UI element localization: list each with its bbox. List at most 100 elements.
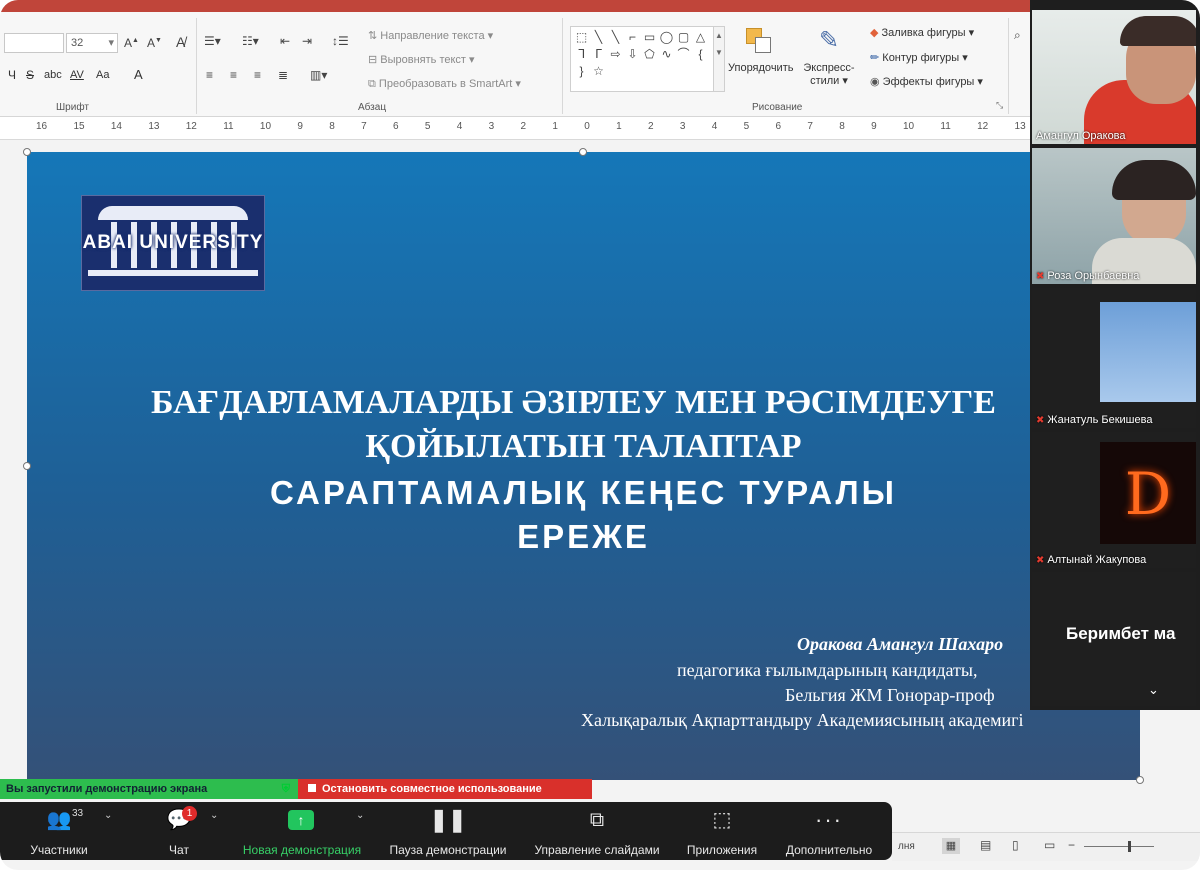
reading-view-icon[interactable]: ▯ [1012,838,1019,852]
more-button[interactable]: ··· Дополнительно [774,802,884,860]
change-case-button[interactable]: Aa [96,69,109,81]
shape-outline-label: Контур фигуры [882,52,960,64]
shape-fill-button[interactable]: ◆ Заливка фигуры ▾ [870,26,974,39]
line-spacing-icon[interactable]: ↕☰ [332,34,349,48]
zoom-out-icon[interactable]: − [1068,838,1075,852]
arrow-shape-icon[interactable]: ⇩ [624,46,641,63]
chat-badge: 1 [182,806,197,821]
justify-icon[interactable]: ≣ [278,68,288,82]
shadow-button[interactable]: S [26,68,34,82]
zoom-slider[interactable] [1084,846,1154,847]
stop-sharing-button[interactable]: Остановить совместное использование [298,779,592,799]
arrow-shape-icon[interactable]: ⇨ [607,46,624,63]
chevron-up-icon[interactable]: ⌄ [356,810,364,821]
resize-handle[interactable] [1136,776,1144,784]
chevron-up-icon[interactable]: ⌄ [210,810,218,821]
align-text-button[interactable]: ⊟ Выровнять текст ▾ [368,53,475,66]
arrange-button[interactable]: Упорядочить [728,26,793,96]
brace-shape-icon[interactable]: { [692,46,709,63]
ruler-tick: 5 [743,121,750,132]
chat-button[interactable]: 💬 1 ⌄ Чат [140,802,218,860]
pentagon-shape-icon[interactable]: ⬠ [641,46,658,63]
increase-indent-icon[interactable]: ⇥ [302,34,312,48]
shape-effects-button[interactable]: ◉ Эффекты фигуры ▾ [870,75,983,88]
slide-canvas[interactable]: ABAI UNIVERSITY БАҒДАРЛАМАЛАРДЫ ӘЗІРЛЕУ … [27,152,1140,780]
oval-shape-icon[interactable]: ◯ [658,29,675,46]
chevron-up-icon[interactable]: ⌄ [104,810,112,821]
dialog-launcher-icon[interactable]: ⤡ [996,100,1003,111]
rectangle-shape-icon[interactable]: ▭ [641,29,658,46]
resize-handle[interactable] [23,462,31,470]
align-text-label: Выровнять текст [380,54,466,66]
apps-label: Приложения [686,843,758,857]
connector-shape-icon[interactable]: ᒣ [573,46,590,63]
shapes-gallery[interactable]: ⬚ ╲ ╲ ⌐ ▭ ◯ ▢ △ ᒣ ᒥ ⇨ ⇩ ⬠ ∿ ⌒ { } ☆ [570,26,714,92]
align-text-icon: ⊟ [368,54,381,66]
gallery-scroll[interactable]: ▲ ▼ [713,26,725,92]
char-spacing-button[interactable]: AV [70,69,84,81]
decrease-indent-icon[interactable]: ⇤ [280,34,290,48]
arrange-icon [744,26,772,54]
font-color-button[interactable]: A [134,67,143,82]
participants-icon: 👥 [46,809,72,831]
chevron-down-icon[interactable]: ⌄ [1148,682,1159,698]
brace-shape-icon[interactable]: } [573,63,590,80]
line-shape-icon[interactable]: ╲ [590,29,607,46]
line-shape-icon[interactable]: ╲ [607,29,624,46]
ribbon: 32 ▾ A▲ A▼ A̸ Ч S abc AV Aa A Шрифт ☰▾ ☷▾… [0,12,1030,117]
participants-button[interactable]: 👥 33 ⌄ Участники [0,802,118,860]
curve-shape-icon[interactable]: ⌒ [675,46,692,63]
shrink-font-icon[interactable]: A▼ [147,36,162,50]
participant-tile[interactable]: D ✖ Алтынай Жакупова [1032,432,1196,568]
normal-view-icon[interactable]: ▦ [942,838,960,854]
participants-count: 33 [72,808,84,819]
manage-slides-button[interactable]: ⧉ Управление слайдами [522,802,672,860]
participant-tile[interactable]: ✖ Жанатуль Бекишева [1032,288,1196,428]
align-right-icon[interactable]: ≡ [254,68,261,82]
quick-styles-button[interactable]: ✎ Экспресс- стили ▾ [796,26,862,100]
ruler-tick: 8 [839,121,845,132]
find-icon[interactable]: ⌕ [1014,28,1021,43]
underline-button[interactable]: Ч [8,68,16,82]
align-center-icon[interactable]: ≡ [230,68,237,82]
ruler-ticks: 16 15 14 13 12 11 10 9 8 7 6 5 4 3 2 1 0 1 2 3 4 5 6 7 8 9 10 11 12 1… [36,121,1026,137]
grow-font-icon[interactable]: A▲ [124,36,139,50]
connector-shape-icon[interactable]: ⌐ [624,29,641,46]
columns-icon[interactable]: ▥▾ [310,68,327,82]
participant-tile[interactable]: Беримбет ма ⌄ [1032,572,1196,706]
resize-handle[interactable] [23,148,31,156]
slide-sorter-icon[interactable]: ▤ [980,838,991,852]
resize-handle[interactable] [579,148,587,156]
ruler-tick: 10 [902,121,915,132]
logo-base [88,270,258,276]
new-share-button[interactable]: ↑ ⌄ Новая демонстрация [232,802,372,860]
mic-muted-icon: ✖ [1036,271,1045,282]
participant-avatar [1100,302,1196,402]
shape-outline-button[interactable]: ✏ Контур фигуры ▾ [870,51,968,64]
participant-tile[interactable]: ✖ Роза Орынбаевна [1032,148,1196,284]
clear-format-icon[interactable]: A̸ [176,34,185,50]
participant-avatar: D [1100,442,1196,544]
apps-button[interactable]: ⬚ Приложения [676,802,768,860]
font-size-field[interactable]: 32 ▾ [66,33,118,53]
strikethrough-button[interactable]: abc [44,69,62,81]
font-name-field[interactable] [4,33,64,53]
rounded-rect-shape-icon[interactable]: ▢ [675,29,692,46]
paragraph-group-label: Абзац [358,102,387,113]
pause-share-button[interactable]: ❚❚ Пауза демонстрации [380,802,516,860]
text-direction-button[interactable]: ⇅ Направление текста ▾ [368,29,493,42]
connector-shape-icon[interactable]: ᒥ [590,46,607,63]
bullets-icon[interactable]: ☰▾ [204,34,221,48]
shape-fill-label: Заливка фигуры [881,27,966,39]
star-shape-icon[interactable]: ☆ [590,63,607,80]
ruler-tick: 16 [36,121,48,132]
zoom-slider-handle[interactable] [1128,841,1131,852]
convert-smartart-button[interactable]: ⧉ Преобразовать в SmartArt ▾ [368,77,521,91]
align-left-icon[interactable]: ≡ [206,68,213,82]
slideshow-icon[interactable]: ▭ [1044,838,1055,852]
numbering-icon[interactable]: ☷▾ [242,34,259,48]
curve-shape-icon[interactable]: ∿ [658,46,675,63]
text-box-shape-icon[interactable]: ⬚ [573,29,590,46]
participant-tile[interactable]: Амангул Оракова [1032,10,1196,144]
triangle-shape-icon[interactable]: △ [692,29,709,46]
